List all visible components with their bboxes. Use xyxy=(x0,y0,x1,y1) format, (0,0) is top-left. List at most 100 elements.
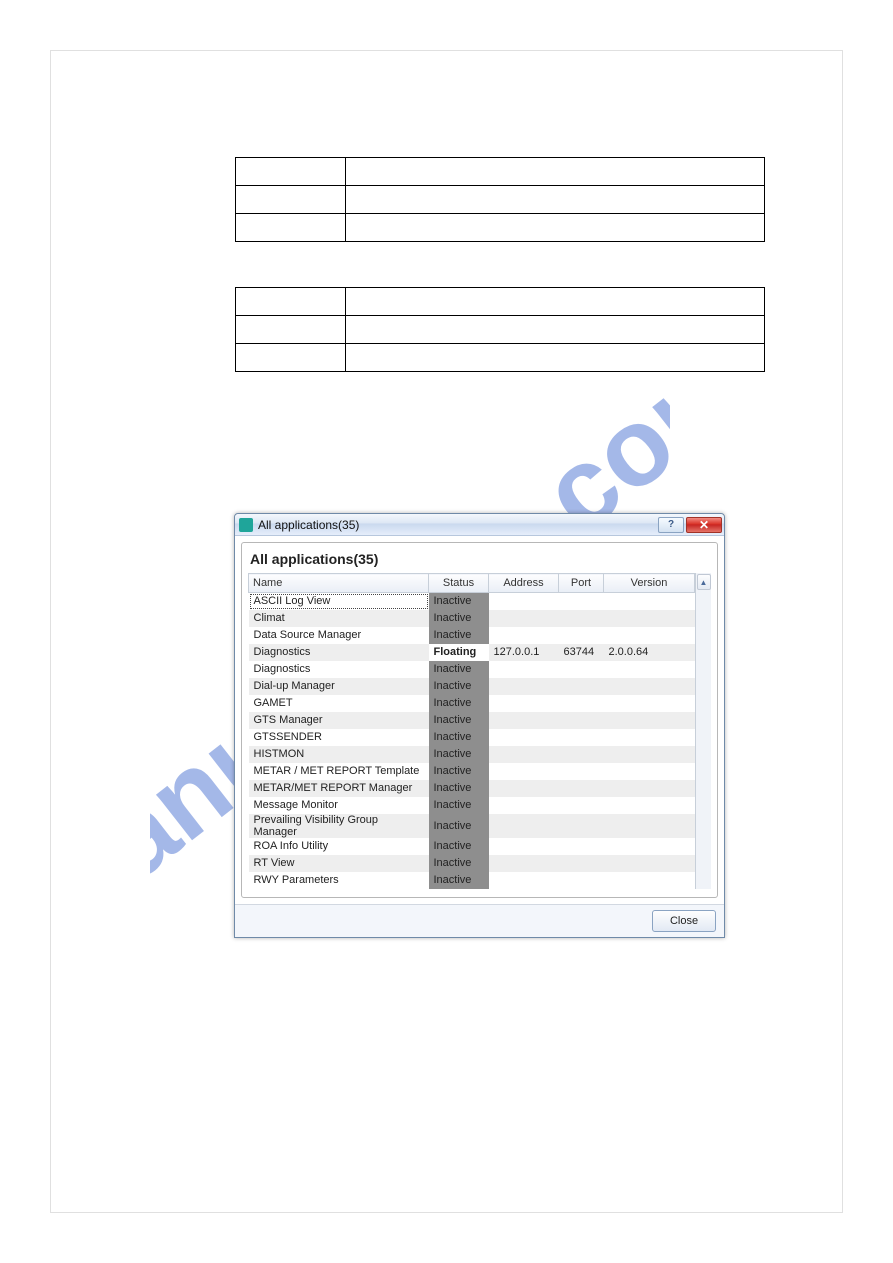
col-header-status[interactable]: Status xyxy=(429,574,489,593)
app-icon xyxy=(239,518,253,532)
close-window-button[interactable]: ✕ xyxy=(686,517,722,533)
cell-version xyxy=(604,610,695,627)
cell-port xyxy=(559,695,604,712)
cell-version: 2.0.0.64 xyxy=(604,644,695,661)
table-row[interactable]: Data Source ManagerInactive xyxy=(249,627,695,644)
cell-address xyxy=(489,814,559,838)
cell-port xyxy=(559,872,604,889)
cell-port xyxy=(559,712,604,729)
cell-status: Floating xyxy=(429,644,489,661)
cell-name: HISTMON xyxy=(249,746,429,763)
cell-status: Inactive xyxy=(429,855,489,872)
cell-address xyxy=(489,610,559,627)
cell-status: Inactive xyxy=(429,797,489,814)
cell-name: METAR/MET REPORT Manager xyxy=(249,780,429,797)
cell-status: Inactive xyxy=(429,661,489,678)
cell-version xyxy=(604,814,695,838)
cell-name: Diagnostics xyxy=(249,661,429,678)
cell-status: Inactive xyxy=(429,763,489,780)
panel-title: All applications(35) xyxy=(250,551,711,567)
table-row[interactable]: RWY ParametersInactive xyxy=(249,872,695,889)
close-button[interactable]: Close xyxy=(652,910,716,932)
cell-status: Inactive xyxy=(429,729,489,746)
cell-address xyxy=(489,678,559,695)
cell-address xyxy=(489,780,559,797)
table-row[interactable]: DiagnosticsFloating127.0.0.1637442.0.0.6… xyxy=(249,644,695,661)
cell-name: RT View xyxy=(249,855,429,872)
cell-version xyxy=(604,695,695,712)
cell-address xyxy=(489,593,559,610)
cell-address xyxy=(489,763,559,780)
table-row[interactable]: GTSSENDERInactive xyxy=(249,729,695,746)
cell-status: Inactive xyxy=(429,593,489,610)
table-row[interactable]: ROA Info UtilityInactive xyxy=(249,838,695,855)
table-row[interactable]: ASCII Log ViewInactive xyxy=(249,593,695,610)
col-header-version[interactable]: Version xyxy=(604,574,695,593)
table-row[interactable]: HISTMONInactive xyxy=(249,746,695,763)
cell-address xyxy=(489,661,559,678)
applications-grid[interactable]: Name Status Address Port Version ASCII L… xyxy=(248,573,695,889)
help-button[interactable]: ? xyxy=(658,517,684,533)
cell-version xyxy=(604,729,695,746)
cell-port xyxy=(559,661,604,678)
cell-port xyxy=(559,797,604,814)
table-row[interactable]: ClimatInactive xyxy=(249,610,695,627)
dialog-body: All applications(35) Name Status Address… xyxy=(235,536,724,904)
cell-port xyxy=(559,855,604,872)
cell-port xyxy=(559,627,604,644)
cell-address: 127.0.0.1 xyxy=(489,644,559,661)
table-row[interactable]: DiagnosticsInactive xyxy=(249,661,695,678)
table-row[interactable]: Message MonitorInactive xyxy=(249,797,695,814)
cell-name: Data Source Manager xyxy=(249,627,429,644)
cell-address xyxy=(489,712,559,729)
cell-port xyxy=(559,729,604,746)
cell-name: Prevailing Visibility Group Manager xyxy=(249,814,429,838)
cell-status: Inactive xyxy=(429,712,489,729)
window-title: All applications(35) xyxy=(258,518,656,532)
cell-port xyxy=(559,814,604,838)
table-row[interactable]: Prevailing Visibility Group ManagerInact… xyxy=(249,814,695,838)
cell-port xyxy=(559,593,604,610)
cell-version xyxy=(604,593,695,610)
cell-version xyxy=(604,661,695,678)
cell-version xyxy=(604,627,695,644)
cell-address xyxy=(489,872,559,889)
cell-name: Climat xyxy=(249,610,429,627)
col-header-port[interactable]: Port xyxy=(559,574,604,593)
table-row[interactable]: RT ViewInactive xyxy=(249,855,695,872)
table-row[interactable]: METAR / MET REPORT TemplateInactive xyxy=(249,763,695,780)
cell-version xyxy=(604,872,695,889)
cell-name: GTS Manager xyxy=(249,712,429,729)
cell-version xyxy=(604,712,695,729)
panel: All applications(35) Name Status Address… xyxy=(241,542,718,898)
scroll-up-icon[interactable]: ▲ xyxy=(697,574,711,590)
cell-name: Dial-up Manager xyxy=(249,678,429,695)
cell-version xyxy=(604,838,695,855)
cell-version xyxy=(604,780,695,797)
titlebar[interactable]: All applications(35) ? ✕ xyxy=(235,514,724,536)
cell-status: Inactive xyxy=(429,678,489,695)
cell-port xyxy=(559,610,604,627)
table-row[interactable]: Dial-up ManagerInactive xyxy=(249,678,695,695)
cell-address xyxy=(489,855,559,872)
cell-status: Inactive xyxy=(429,872,489,889)
table-row[interactable]: METAR/MET REPORT ManagerInactive xyxy=(249,780,695,797)
cell-version xyxy=(604,855,695,872)
all-applications-dialog: All applications(35) ? ✕ All application… xyxy=(234,513,725,938)
cell-name: Diagnostics xyxy=(249,644,429,661)
col-header-address[interactable]: Address xyxy=(489,574,559,593)
cell-name: METAR / MET REPORT Template xyxy=(249,763,429,780)
cell-port xyxy=(559,838,604,855)
cell-address xyxy=(489,627,559,644)
vertical-scrollbar[interactable]: ▲ xyxy=(695,573,711,889)
cell-address xyxy=(489,746,559,763)
cell-name: ROA Info Utility xyxy=(249,838,429,855)
table-row[interactable]: GTS ManagerInactive xyxy=(249,712,695,729)
cell-port xyxy=(559,763,604,780)
cell-port xyxy=(559,780,604,797)
cell-name: GAMET xyxy=(249,695,429,712)
col-header-name[interactable]: Name xyxy=(249,574,429,593)
cell-status: Inactive xyxy=(429,610,489,627)
table-row[interactable]: GAMETInactive xyxy=(249,695,695,712)
dialog-footer: Close xyxy=(235,904,724,937)
